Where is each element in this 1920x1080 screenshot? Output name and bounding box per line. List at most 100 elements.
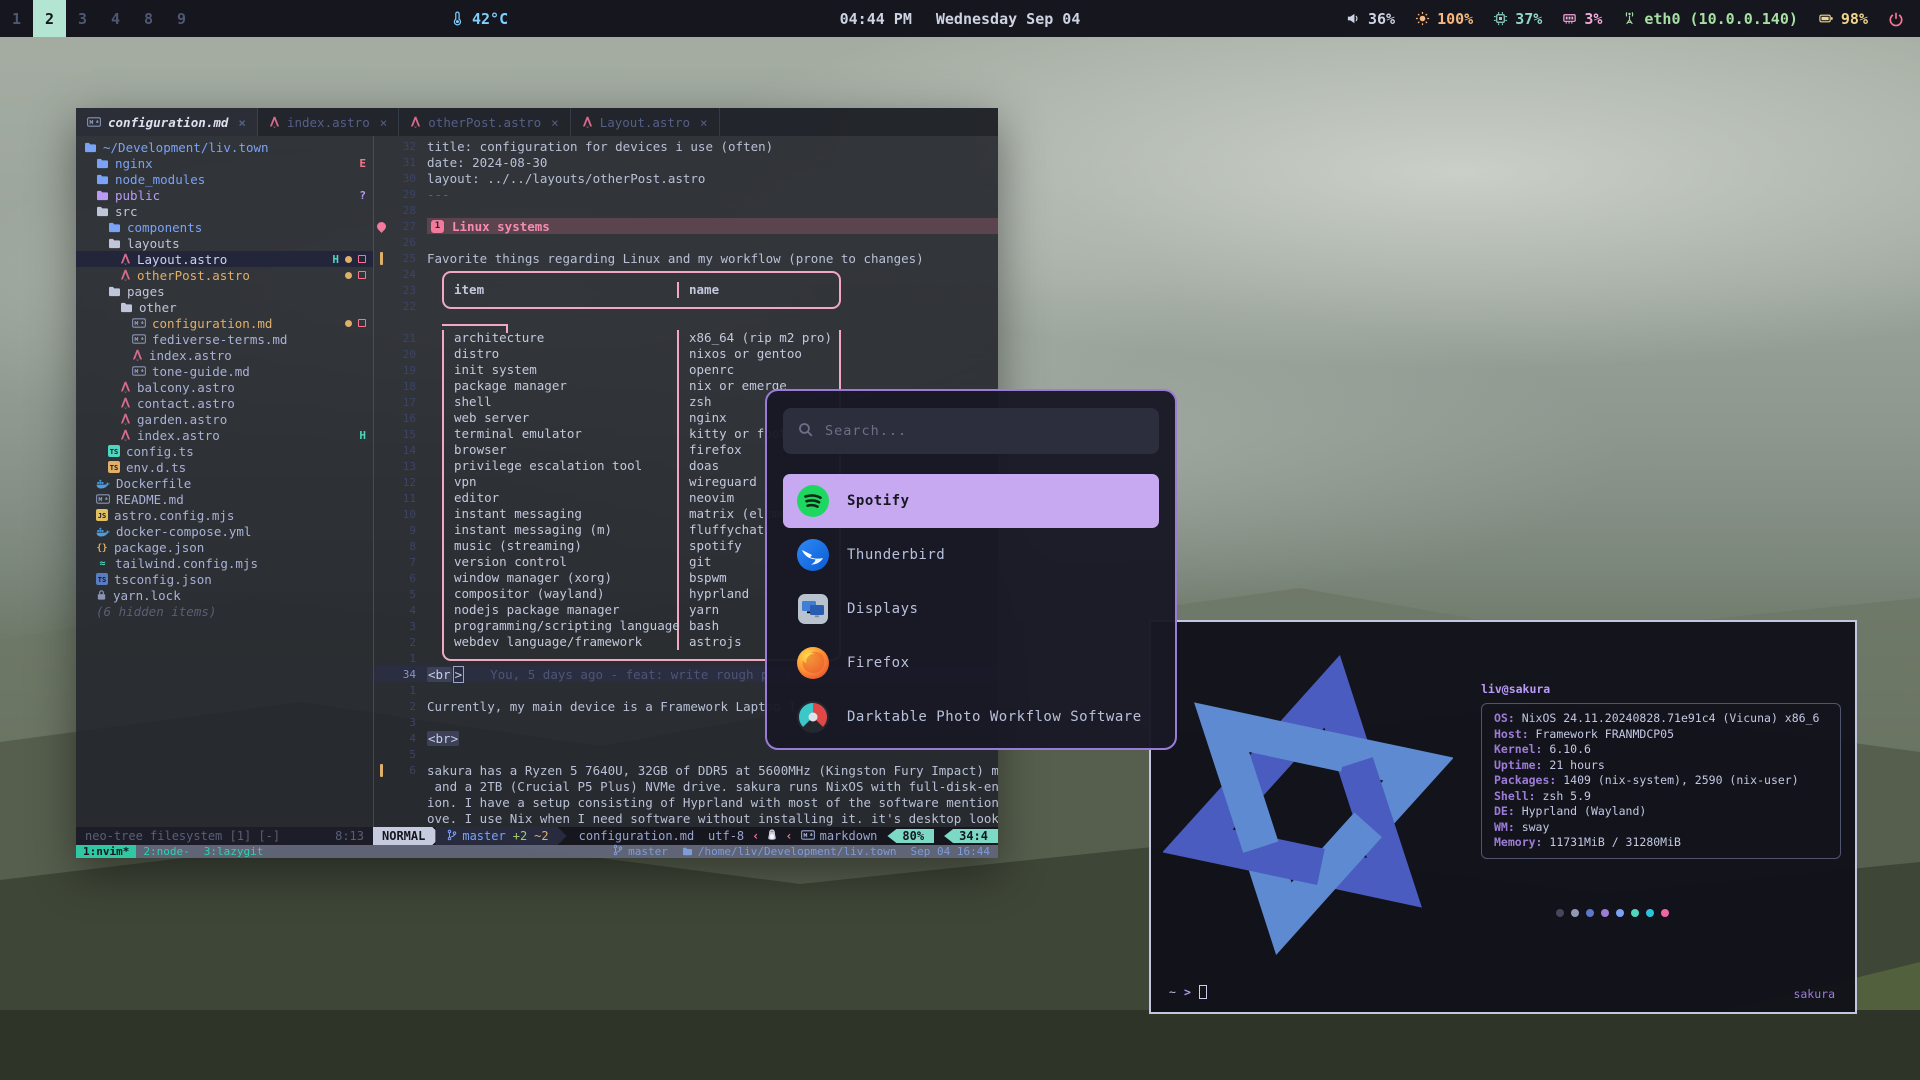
editor-line: 30layout: ../../layouts/otherPost.astro: [374, 170, 998, 186]
shell-prompt[interactable]: ~ >: [1169, 985, 1207, 999]
table-cell-item: init system: [444, 362, 679, 378]
line-number: 32: [389, 140, 416, 153]
tree-item[interactable]: TSconfig.ts: [76, 443, 373, 459]
line-content: [416, 298, 998, 314]
fetch-info-value: Hyprland (Wayland): [1522, 804, 1647, 820]
line-content: 1Linux systems: [416, 218, 998, 234]
tree-item[interactable]: otherPost.astro: [76, 267, 373, 283]
power-icon[interactable]: [1888, 11, 1904, 27]
line-number: 1: [389, 684, 416, 697]
nixos-logo: [1163, 640, 1453, 973]
tree-item-marks: E: [359, 157, 366, 170]
workspace-button[interactable]: 8: [132, 0, 165, 37]
system-modules: 36% 100% 37% 3% eth0 (10.0.0.140) 98%: [1346, 10, 1868, 28]
launcher-item[interactable]: Spotify: [783, 474, 1159, 528]
editor-tab[interactable]: otherPost.astro×: [399, 108, 570, 136]
tree-item[interactable]: layouts: [76, 235, 373, 251]
tree-item[interactable]: tone-guide.md: [76, 363, 373, 379]
launcher-item-label: Darktable Photo Workflow Software: [847, 709, 1142, 725]
tree-item[interactable]: garden.astro: [76, 411, 373, 427]
line-number: 7: [389, 556, 416, 569]
editor-line: 23itemname: [374, 282, 998, 298]
tree-item[interactable]: pages: [76, 283, 373, 299]
folder-icon: [108, 222, 121, 233]
tree-item[interactable]: src: [76, 203, 373, 219]
tree-item-label: docker-compose.yml: [116, 524, 251, 539]
tree-item[interactable]: Dockerfile: [76, 475, 373, 491]
tree-item-label: yarn.lock: [113, 588, 181, 603]
editor-line: [374, 314, 998, 330]
svg-text:JS: JS: [98, 512, 106, 520]
tree-item[interactable]: other: [76, 299, 373, 315]
tree-item[interactable]: public?: [76, 187, 373, 203]
network-module[interactable]: eth0 (10.0.0.140): [1622, 10, 1798, 28]
fastfetch-terminal-window[interactable]: liv@sakura OS: NixOS 24.11.20240828.71e9…: [1149, 620, 1857, 1014]
tree-item[interactable]: {}package.json: [76, 539, 373, 555]
launcher-item[interactable]: Darktable Photo Workflow Software: [783, 690, 1159, 744]
editor-tab[interactable]: configuration.md×: [76, 108, 258, 136]
tree-item[interactable]: docker-compose.yml: [76, 523, 373, 539]
search-input[interactable]: [825, 423, 1145, 439]
editor-line: 19init systemopenrc: [374, 362, 998, 378]
tailwind-file-icon: ≈: [96, 557, 109, 569]
memory-module[interactable]: 3%: [1562, 10, 1602, 28]
tree-item[interactable]: balcony.astro: [76, 379, 373, 395]
tmux-window[interactable]: 2:node-: [136, 845, 196, 858]
volume-module[interactable]: 36%: [1346, 10, 1395, 28]
tree-item[interactable]: ~/Development/liv.town: [76, 139, 373, 155]
workspace-button[interactable]: 4: [99, 0, 132, 37]
line-number: 3: [389, 620, 416, 633]
tree-item[interactable]: Layout.astroH: [76, 251, 373, 267]
launcher-item[interactable]: Displays: [783, 582, 1159, 636]
bookmark-pin-icon: [375, 220, 388, 233]
tab-close-icon[interactable]: ×: [700, 115, 708, 130]
line-number: 25: [389, 252, 416, 265]
tree-item[interactable]: components: [76, 219, 373, 235]
launcher-item[interactable]: Firefox: [783, 636, 1159, 690]
tmux-window[interactable]: 1:nvim*: [76, 845, 136, 858]
editor-tab[interactable]: index.astro×: [258, 108, 399, 136]
workspace-button[interactable]: 3: [66, 0, 99, 37]
volume-icon: [1346, 11, 1361, 26]
tmux-window[interactable]: 3:lazygit: [197, 845, 271, 858]
tree-item[interactable]: index.astro: [76, 347, 373, 363]
line-text: Favorite things regarding Linux and my w…: [427, 251, 924, 266]
tree-item-label: ~/Development/liv.town: [103, 140, 269, 155]
tab-close-icon[interactable]: ×: [551, 115, 559, 130]
table-row: architecturex86_64 (rip m2 pro): [442, 330, 841, 346]
workspace-button[interactable]: 9: [165, 0, 198, 37]
tree-item[interactable]: JSastro.config.mjs: [76, 507, 373, 523]
diagnostic-mark: H: [332, 253, 339, 266]
markdown-file-icon: [96, 494, 110, 504]
tree-item[interactable]: nginxE: [76, 155, 373, 171]
launcher-item-label: Firefox: [847, 655, 910, 671]
line-content: sakura has a Ryzen 5 7640U, 32GB of DDR5…: [416, 763, 998, 778]
tab-close-icon[interactable]: ×: [238, 115, 246, 130]
tree-item[interactable]: yarn.lock: [76, 587, 373, 603]
tree-item[interactable]: README.md: [76, 491, 373, 507]
tab-close-icon[interactable]: ×: [380, 115, 388, 130]
brightness-module[interactable]: 100%: [1415, 10, 1473, 28]
separator-chevron: ‹: [752, 829, 759, 843]
tree-item[interactable]: TSenv.d.ts: [76, 459, 373, 475]
line-content: date: 2024-08-30: [416, 155, 998, 170]
tree-item[interactable]: fediverse-terms.md: [76, 331, 373, 347]
tree-item[interactable]: contact.astro: [76, 395, 373, 411]
workspace-button[interactable]: 1: [0, 0, 33, 37]
fetch-info-label: Packages:: [1494, 773, 1563, 789]
workspace-button[interactable]: 2: [33, 0, 66, 37]
table-cell-item: version control: [444, 554, 679, 570]
tree-item[interactable]: TStsconfig.json: [76, 571, 373, 587]
cpu-module[interactable]: 37%: [1493, 10, 1542, 28]
tree-item[interactable]: index.astroH: [76, 427, 373, 443]
editor-tab[interactable]: Layout.astro×: [571, 108, 720, 136]
table-cell-item: web server: [444, 410, 679, 426]
tree-item[interactable]: ≈tailwind.config.mjs: [76, 555, 373, 571]
tree-item[interactable]: configuration.md: [76, 315, 373, 331]
launcher-item[interactable]: Thunderbird: [783, 528, 1159, 582]
table-cell-item: webdev language/framework: [444, 634, 679, 650]
battery-module[interactable]: 98%: [1818, 10, 1868, 28]
editor-line: 29---: [374, 186, 998, 202]
tree-item[interactable]: node_modules: [76, 171, 373, 187]
table-cell-item: instant messaging (m): [444, 522, 679, 538]
